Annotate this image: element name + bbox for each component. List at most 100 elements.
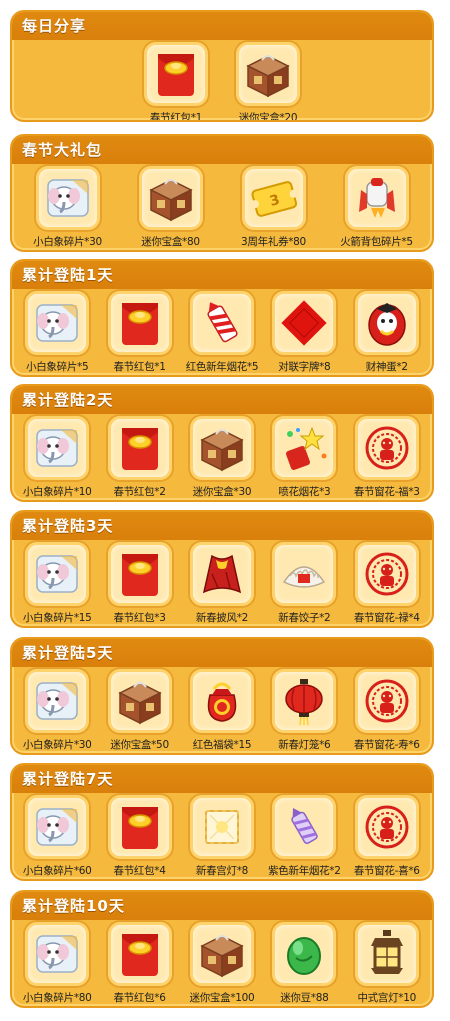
reward-item[interactable]: 对联字牌*8 [263,291,345,374]
treasure-box-icon [189,416,254,480]
reward-item[interactable]: 春节红包*3 [99,542,181,625]
reward-label: 迷你宝盒*80 [141,236,200,248]
reward-label: 红色新年烟花*5 [185,361,259,373]
reward-item[interactable]: 红色新年烟花*5 [181,291,263,374]
reward-item[interactable]: 新春披风*2 [181,542,263,625]
reward-item[interactable]: 3 3周年礼券*80 [233,166,315,249]
reward-item[interactable]: 小白象碎片*5 [16,291,98,374]
reward-label: 新春饺子*2 [278,612,331,624]
reward-label: 对联字牌*8 [278,361,331,373]
reward-label: 红色福袋*15 [192,739,252,751]
reward-item[interactable]: 春节窗花-寿*6 [346,669,428,752]
elephant-fragment-icon [25,416,90,480]
reward-item[interactable]: 新春灯笼*6 [263,669,345,752]
reward-item[interactable]: 春节红包*1 [99,291,181,374]
reward-item[interactable]: 迷你豆*88 [263,922,345,1005]
reward-item[interactable]: 小白象碎片*30 [27,166,109,249]
window-paper-cut-icon [354,795,419,859]
reward-item[interactable]: 春节红包*4 [99,795,181,878]
reward-items-row: 春节红包*1 迷你宝盒*20 [12,42,432,122]
reward-items-row: 小白象碎片*15 春节红包*3 新春披风*2 新春饺子*2 春节窗花-禄*4 [12,542,432,625]
reward-item[interactable]: 小白象碎片*15 [16,542,98,625]
reward-item[interactable]: 春节窗花-禄*4 [346,542,428,625]
reward-items-row: 小白象碎片*30 迷你宝盒*80 3 3周年礼券*80 火箭背包碎片*5 [12,166,432,249]
red-envelope-icon [107,416,172,480]
reward-item[interactable]: 春节红包*6 [99,922,181,1005]
reward-item[interactable]: 春节红包*2 [99,416,181,499]
red-envelope-icon [107,291,172,355]
reward-label: 迷你宝盒*30 [192,486,252,498]
red-envelope-icon [107,542,172,606]
elephant-fragment-icon [35,166,100,230]
reward-item[interactable]: 紫色新年烟花*2 [263,795,345,878]
reward-label: 新春宫灯*8 [195,865,249,877]
reward-label: 小白象碎片*30 [33,236,102,248]
reward-item[interactable]: 小白象碎片*80 [16,922,98,1005]
reward-label: 小白象碎片*30 [22,739,92,751]
reward-label: 喷花烟花*3 [278,486,331,498]
reward-items-row: 小白象碎片*60 春节红包*4 新春宫灯*8 紫色新年烟花*2 春节窗花-喜*6 [12,795,432,878]
reward-item[interactable]: 红色福袋*15 [181,669,263,752]
lucky-bag-icon [189,669,254,733]
red-envelope-icon [107,795,172,859]
purple-firework-icon [272,795,337,859]
reward-item[interactable]: 迷你宝盒*80 [130,166,212,249]
panel-title: 春节大礼包 [12,136,432,164]
red-envelope-icon [107,922,172,986]
reward-item[interactable]: 财神蛋*2 [346,291,428,374]
reward-item[interactable]: 小白象碎片*30 [16,669,98,752]
treasure-box-icon [138,166,203,230]
reward-item[interactable]: 新春饺子*2 [263,542,345,625]
reward-label: 3周年礼券*80 [241,236,306,248]
reward-label: 小白象碎片*5 [26,361,89,373]
reward-label: 迷你宝盒*20 [238,112,298,122]
reward-panel: 春节大礼包小白象碎片*30 迷你宝盒*80 3 3周年礼券*80 火箭背包碎片*5 [10,134,434,252]
reward-label: 春节窗花-寿*6 [353,739,420,751]
reward-item[interactable]: 中式宫灯*10 [346,922,428,1005]
reward-item[interactable]: 喷花烟花*3 [263,416,345,499]
elephant-fragment-icon [25,669,90,733]
treasure-box-icon [236,42,300,106]
fortune-egg-icon [354,291,419,355]
chinese-lantern-icon [354,922,419,986]
reward-item[interactable]: 迷你宝盒*30 [181,416,263,499]
panel-title: 累计登陆1天 [12,261,432,289]
mini-bean-icon [272,922,337,986]
dumpling-icon [272,542,337,606]
reward-label: 春节红包*1 [149,112,203,122]
reward-label: 小白象碎片*60 [22,865,92,877]
reward-label: 新春灯笼*6 [278,739,331,751]
window-paper-cut-icon [354,669,419,733]
reward-item[interactable]: 迷你宝盒*100 [181,922,263,1005]
reward-label: 小白象碎片*80 [22,992,92,1004]
panel-title: 累计登陆5天 [12,639,432,667]
reward-item[interactable]: 春节窗花-喜*6 [346,795,428,878]
reward-label: 春节红包*3 [113,612,166,624]
reward-panel: 每日分享 春节红包*1 迷你宝盒*20 [10,10,434,122]
panel-title: 累计登陆7天 [12,765,432,793]
panel-title: 累计登陆2天 [12,386,432,414]
reward-label: 春节窗花-喜*6 [353,865,420,877]
reward-label: 春节红包*6 [113,992,166,1004]
reward-item[interactable]: 春节窗花-福*3 [346,416,428,499]
reward-item[interactable]: 新春宫灯*8 [181,795,263,878]
reward-item[interactable]: 春节红包*1 [135,42,217,122]
palace-lantern-icon [189,795,254,859]
reward-label: 春节窗花-福*3 [353,486,420,498]
window-paper-cut-icon [354,416,419,480]
reward-panel: 累计登陆2天 小白象碎片*10 春节红包*2 迷你宝盒*30 喷花烟花*3 春节窗花-福*… [10,384,434,502]
reward-item[interactable]: 小白象碎片*60 [16,795,98,878]
reward-item[interactable]: 火箭背包碎片*5 [336,166,418,249]
window-paper-cut-icon [354,542,419,606]
reward-panel: 累计登陆7天小白象碎片*60 春节红包*4 新春宫灯*8 紫色新年烟花*2 春节窗花-喜… [10,763,434,881]
reward-items-row: 小白象碎片*80 春节红包*6 迷你宝盒*100 迷你豆*88 中式宫灯*10 [12,922,432,1005]
fountain-firework-icon [272,416,337,480]
reward-item[interactable]: 迷你宝盒*50 [99,669,181,752]
reward-item[interactable]: 小白象碎片*10 [16,416,98,499]
panel-title: 累计登陆10天 [12,892,432,920]
reward-label: 春节窗花-禄*4 [353,612,420,624]
treasure-box-icon [107,669,172,733]
reward-item[interactable]: 迷你宝盒*20 [227,42,309,122]
reward-panel: 累计登陆3天 小白象碎片*15 春节红包*3 新春披风*2 新春饺子*2 春节窗花-禄*4 [10,510,434,628]
elephant-fragment-icon [25,291,90,355]
